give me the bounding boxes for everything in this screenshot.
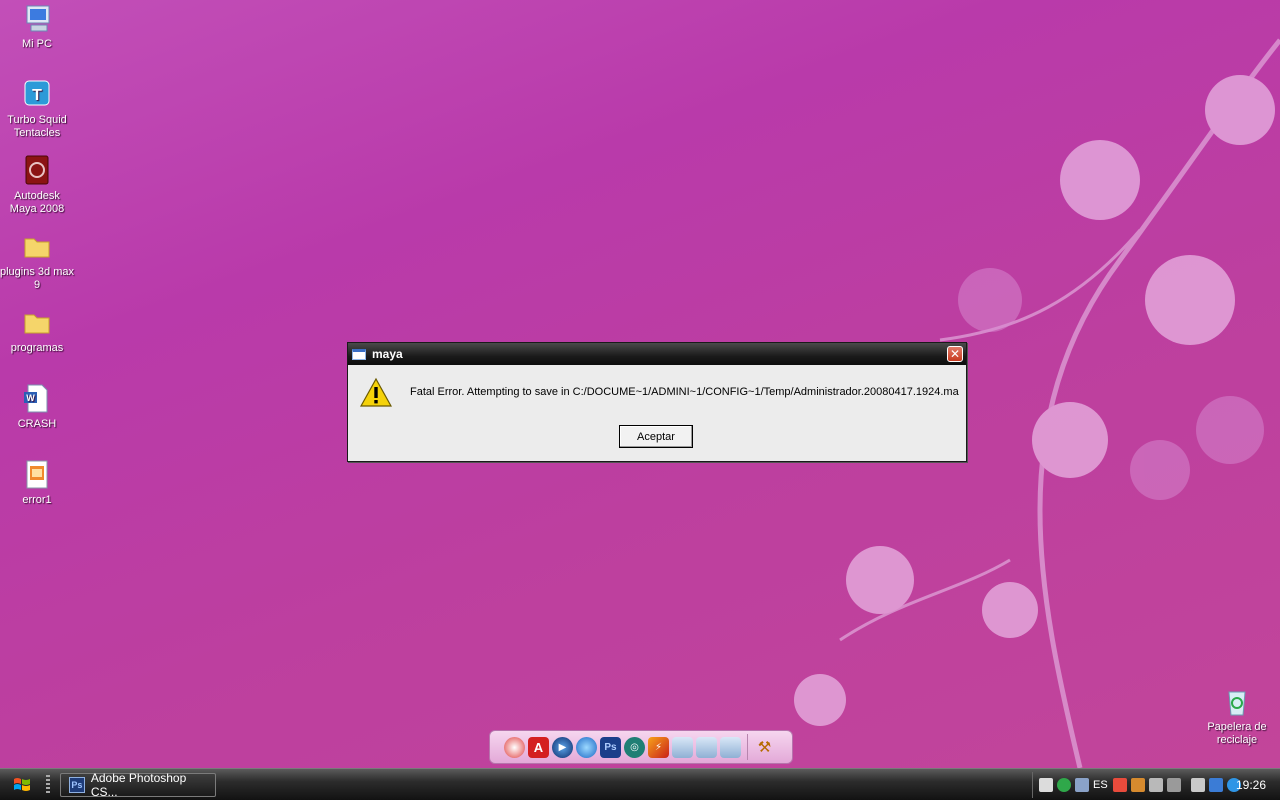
taskbar-grip[interactable]	[46, 775, 50, 795]
volume-icon[interactable]	[1148, 778, 1163, 792]
taskbar-button-label: Adobe Photoshop CS...	[90, 771, 187, 799]
taskbar-button-photoshop[interactable]: Ps Adobe Photoshop CS...	[60, 771, 216, 799]
dialog-body: Fatal Error. Attempting to save in C:/DO…	[348, 365, 966, 461]
dialog-titlebar[interactable]: maya ✕	[348, 343, 966, 365]
recycle-bin-icon	[1221, 686, 1253, 718]
close-button[interactable]: ✕	[947, 346, 963, 362]
error-message: Fatal Error. Attempting to save in C:/DO…	[410, 386, 959, 398]
desktop-icon-label: programas	[10, 342, 64, 354]
desktop-icon-crash[interactable]: W CRASH	[0, 383, 74, 431]
desktop-icon-plugins[interactable]: plugins 3d max 9	[0, 231, 74, 292]
desktop-icon-error1[interactable]: error1	[0, 459, 74, 507]
folder-icon[interactable]	[696, 736, 717, 758]
clock[interactable]: 19:26	[1236, 778, 1266, 792]
folder-icon[interactable]	[672, 736, 693, 758]
photoshop-label: Ps	[604, 741, 617, 753]
maya-icon	[21, 155, 53, 187]
network-icon[interactable]	[1075, 778, 1089, 792]
photoshop-icon: Ps	[69, 777, 85, 793]
tools-icon[interactable]: ⚒	[754, 737, 775, 758]
desktop-icon-programas[interactable]: programas	[0, 307, 74, 355]
desktop-icon-maya[interactable]: Autodesk Maya 2008	[0, 155, 74, 216]
desktop-icon-label: CRASH	[17, 418, 57, 430]
window-icon	[352, 348, 366, 360]
my-computer-icon	[21, 3, 53, 35]
word-document-icon: W	[21, 383, 53, 415]
desktop-icon-label: Turbo Squid Tentacles	[7, 114, 67, 139]
svg-text:T: T	[32, 87, 42, 104]
flash-icon[interactable]: ⚡	[648, 736, 669, 758]
desktop-icon-label: Autodesk Maya 2008	[9, 190, 65, 215]
turbosquid-icon: T	[21, 79, 53, 111]
desktop-icon-label: Papelera de reciclaje	[1207, 721, 1267, 746]
desktop-icon-recycle-bin[interactable]: Papelera de reciclaje	[1200, 686, 1274, 747]
folder-icon	[21, 307, 53, 339]
printer-icon[interactable]	[1039, 778, 1053, 792]
antivirus-icon[interactable]	[1057, 778, 1071, 792]
desktop-icon-label: plugins 3d max 9	[0, 266, 74, 291]
media-player-icon[interactable]: ▶	[552, 736, 573, 758]
display-icon[interactable]	[1190, 778, 1205, 792]
system-tray: ES 19:26	[1032, 772, 1280, 798]
monitor-icon[interactable]	[1208, 778, 1223, 792]
desktop-icon-mi-pc[interactable]: Mi PC	[0, 3, 74, 51]
desktop-icon-turbo-squid[interactable]: T Turbo Squid Tentacles	[0, 79, 74, 140]
dock-separator	[747, 734, 748, 760]
photoshop-icon[interactable]: Ps	[600, 736, 621, 758]
folder-icon	[21, 231, 53, 263]
3dsmax-icon[interactable]: ◎	[624, 736, 645, 758]
globe-icon[interactable]	[576, 736, 597, 758]
power-icon[interactable]	[1166, 778, 1181, 792]
folder-icon[interactable]	[720, 736, 741, 758]
start-button[interactable]	[4, 773, 40, 797]
desktop-icon-label: Mi PC	[22, 38, 52, 50]
users-icon[interactable]	[1130, 778, 1145, 792]
image-file-icon	[21, 459, 53, 491]
error-dialog: maya ✕ Fatal Error. Attempting to save i…	[347, 342, 967, 462]
messenger-icon[interactable]	[1112, 778, 1127, 792]
language-indicator[interactable]: ES	[1093, 779, 1108, 791]
accept-button[interactable]: Aceptar	[619, 425, 693, 448]
autocad-icon[interactable]: A	[528, 736, 549, 758]
windows-logo-icon	[14, 778, 30, 791]
quick-launch-dock: A ▶ Ps ◎ ⚡ ⚒	[489, 730, 793, 764]
warning-icon	[360, 377, 392, 407]
taskbar: Ps Adobe Photoshop CS... ES 19:26	[0, 768, 1280, 800]
app-icon[interactable]	[504, 736, 525, 758]
autocad-label: A	[533, 739, 544, 755]
desktop-icon-label: error1	[22, 494, 52, 506]
desktop: Mi PC T Turbo Squid Tentacles Autodesk M…	[0, 0, 1280, 768]
svg-text:W: W	[26, 393, 35, 403]
dialog-title: maya	[372, 347, 403, 361]
